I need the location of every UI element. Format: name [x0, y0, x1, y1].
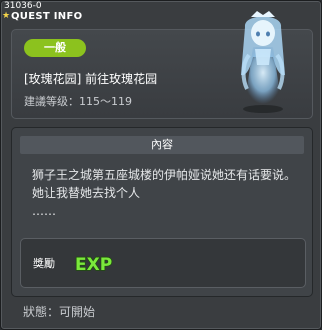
npc-portrait	[241, 11, 285, 113]
content-header: 內容	[20, 136, 304, 154]
content-box: 內容 狮子王之城第五座城楼的伊帕娅说她还有话要说。 她让我替她去找个人 …… 獎…	[11, 127, 313, 297]
window-title: QUEST INFO	[11, 11, 83, 22]
quest-info-window: 31036-0 ★ QUEST INFO 一般 [玫瑰花园] 前往玫瑰花园 建議…	[0, 0, 322, 330]
quest-id-label: 31036-0	[4, 1, 42, 11]
exp-icon: EXP	[74, 254, 113, 275]
reward-label: 獎勵	[33, 257, 55, 270]
quest-name: [玫瑰花园] 前往玫瑰花园	[24, 72, 158, 86]
level-range: 建議等级：115～119	[24, 95, 132, 108]
content-text: 狮子王之城第五座城楼的伊帕娅说她还有话要说。 她让我替她去找个人 ……	[32, 168, 297, 218]
star-icon: ★	[2, 11, 11, 21]
exp-text: EXP	[75, 255, 112, 275]
reward-box: 獎勵 EXP	[20, 238, 306, 288]
category-badge: 一般	[24, 39, 86, 57]
quest-status: 狀態：可開始	[23, 305, 96, 319]
